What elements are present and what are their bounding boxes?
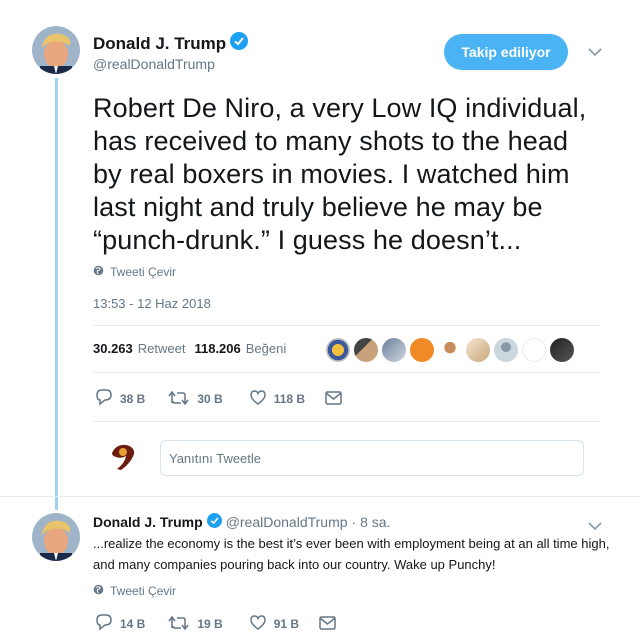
reply-translate-link[interactable]: Tweeti Çevir xyxy=(93,584,176,598)
like-action-count: 118 B xyxy=(273,392,306,406)
retweet-count[interactable]: 30.263 xyxy=(93,341,133,356)
reply-author-name[interactable]: Donald J. Trump xyxy=(93,514,203,530)
reply-author-avatar[interactable] xyxy=(32,513,80,561)
current-user-avatar[interactable] xyxy=(107,441,139,473)
liker-avatars xyxy=(326,338,574,362)
translate-label: Tweeti Çevir xyxy=(110,265,177,279)
divider xyxy=(0,496,640,497)
reply-tweet-actions: 14 B 19 B 91 B xyxy=(95,614,336,634)
retweet-action-count: 30 B xyxy=(197,392,223,406)
globe-icon xyxy=(93,265,104,279)
like-count[interactable]: 118.206 xyxy=(194,341,240,356)
dm-button[interactable] xyxy=(319,615,336,633)
reply-button[interactable]: 38 B xyxy=(95,389,145,409)
liker-avatar[interactable] xyxy=(438,338,462,362)
envelope-icon xyxy=(319,615,336,633)
author-handle[interactable]: @realDonaldTrump xyxy=(93,56,215,72)
like-action-count: 91 B xyxy=(273,617,300,631)
liker-avatar[interactable] xyxy=(466,338,490,362)
reply-button[interactable]: 14 B xyxy=(95,614,145,634)
like-button[interactable]: 118 B xyxy=(249,389,306,409)
translate-link[interactable]: Tweeti Çevir xyxy=(93,265,176,279)
liker-avatar[interactable] xyxy=(494,338,518,362)
retweet-icon xyxy=(168,615,190,634)
liker-avatar[interactable] xyxy=(326,338,350,362)
reply-icon xyxy=(95,614,113,634)
tweet-timestamp[interactable]: 13:53 - 12 Haz 2018 xyxy=(93,296,211,311)
liker-avatar[interactable] xyxy=(410,338,434,362)
liker-avatar[interactable] xyxy=(550,338,574,362)
liker-avatar[interactable] xyxy=(522,338,546,362)
retweet-button[interactable]: 19 B xyxy=(168,615,223,634)
envelope-icon xyxy=(325,390,342,408)
heart-icon xyxy=(249,614,267,634)
verified-badge-icon xyxy=(206,513,222,531)
retweet-icon xyxy=(168,390,190,409)
author-name[interactable]: Donald J. Trump xyxy=(93,34,226,54)
retweet-label[interactable]: Retweet xyxy=(138,341,186,356)
like-button[interactable]: 91 B xyxy=(249,614,300,634)
reply-author-row: Donald J. Trump @realDonaldTrump · 8 sa. xyxy=(93,513,390,531)
dm-button[interactable] xyxy=(325,390,342,408)
follow-button[interactable]: Takip ediliyor xyxy=(444,34,568,70)
thread-connector xyxy=(55,78,58,510)
reply-input[interactable]: Yanıtını Tweetle xyxy=(160,440,584,476)
engagement-stats: 30.263 Retweet 118.206 Beğeni xyxy=(93,341,286,356)
heart-icon xyxy=(249,389,267,409)
chevron-down-icon[interactable] xyxy=(588,44,602,62)
reply-author-handle[interactable]: @realDonaldTrump xyxy=(226,514,348,530)
divider xyxy=(93,325,600,326)
like-label[interactable]: Beğeni xyxy=(246,341,286,356)
avatar[interactable] xyxy=(32,26,80,74)
globe-icon xyxy=(93,584,104,598)
tweet-actions: 38 B 30 B 118 B xyxy=(95,389,342,409)
liker-avatar[interactable] xyxy=(382,338,406,362)
tweet-text: Robert De Niro, a very Low IQ individual… xyxy=(93,93,587,255)
liker-avatar[interactable] xyxy=(354,338,378,362)
divider xyxy=(93,421,600,422)
reply-tweet-text: ...realize the economy is the best it’s … xyxy=(93,536,610,572)
retweet-action-count: 19 B xyxy=(197,617,223,631)
translate-label: Tweeti Çevir xyxy=(110,584,177,598)
divider xyxy=(93,372,600,373)
author-row: Donald J. Trump xyxy=(93,32,249,55)
reply-time[interactable]: · 8 sa. xyxy=(352,514,391,530)
retweet-button[interactable]: 30 B xyxy=(168,390,223,409)
reply-icon xyxy=(95,389,113,409)
reply-count: 38 B xyxy=(120,392,146,406)
verified-badge-icon xyxy=(230,32,249,55)
reply-count: 14 B xyxy=(120,617,146,631)
